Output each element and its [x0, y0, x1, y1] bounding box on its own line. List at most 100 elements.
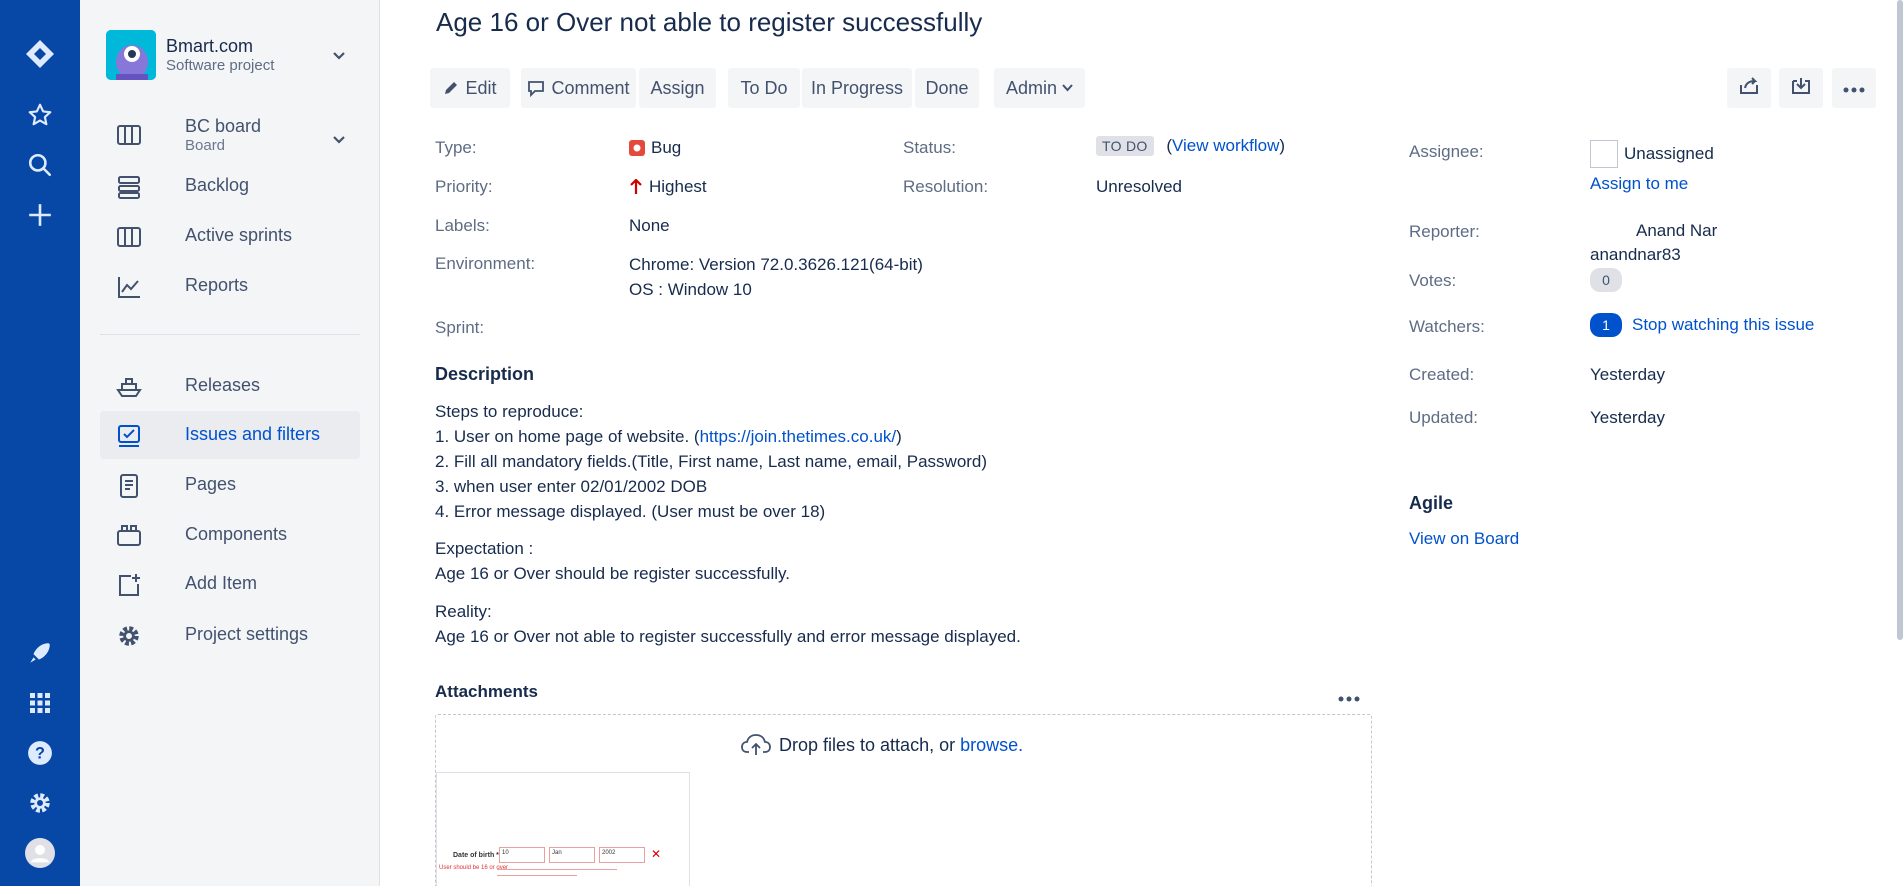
step-1-text: 1. User on home page of website. ( [435, 427, 700, 446]
assign-button[interactable]: Assign [639, 68, 716, 108]
votes-label: Votes: [1409, 271, 1457, 290]
agile-heading: Agile [1409, 493, 1454, 513]
project-avatar[interactable] [106, 30, 156, 80]
project-type: Software project [166, 57, 275, 74]
issues-icon [116, 423, 142, 449]
share-button[interactable] [1727, 68, 1771, 108]
project-name[interactable]: Bmart.com [166, 36, 253, 57]
sidebar-item-components[interactable]: Components [100, 511, 360, 559]
svg-text:?: ? [35, 744, 45, 762]
labels-value[interactable]: None [629, 216, 670, 236]
app-switcher-icon[interactable] [20, 683, 60, 723]
thumb-dob-label: Date of birth * [453, 852, 499, 859]
issue-view: Age 16 or Over not able to register succ… [380, 0, 1903, 886]
admin-dropdown[interactable]: Admin [994, 68, 1085, 108]
search-icon[interactable] [20, 145, 60, 185]
sidebar-item-board[interactable]: BC board Board [100, 110, 360, 158]
to-do-button-label: To Do [740, 77, 788, 98]
sidebar-item-label: Issues and filters [185, 424, 321, 444]
done-button[interactable]: Done [915, 68, 979, 108]
type-value-text: Bug [651, 138, 682, 157]
issue-title[interactable]: Age 16 or Over not able to register succ… [436, 7, 982, 38]
attachments-heading: Attachments [435, 682, 538, 701]
thumb-day-select: 10 [499, 847, 545, 863]
to-do-button[interactable]: To Do [728, 68, 800, 108]
priority-value-text: Highest [649, 177, 707, 196]
sidebar-item-label: Backlog [185, 175, 250, 195]
assign-to-me-link[interactable]: Assign to me [1590, 174, 1688, 194]
export-button[interactable] [1779, 68, 1823, 108]
pencil-icon [443, 80, 459, 96]
type-value[interactable]: Bug [629, 138, 681, 158]
view-on-board-link[interactable]: View on Board [1409, 529, 1519, 549]
sidebar-item-label: Releases [185, 375, 261, 395]
thumb-year-select: 2002 [599, 847, 645, 863]
edit-button-label: Edit [465, 77, 497, 98]
votes-value[interactable]: 0 [1590, 268, 1622, 292]
jira-logo-icon[interactable] [20, 34, 60, 74]
thumb-error-x-icon: ✕ [651, 847, 662, 861]
view-workflow-close-paren: ) [1279, 136, 1286, 155]
cloud-upload-icon [741, 733, 771, 757]
environment-line-1: Chrome: Version 72.0.3626.121(64-bit) [629, 255, 923, 274]
comment-button[interactable]: Comment [521, 68, 636, 108]
updated-value: Yesterday [1590, 408, 1665, 427]
times-link[interactable]: https://join.thetimes.co.uk/ [700, 427, 897, 446]
assignee-label: Assignee: [1409, 142, 1484, 161]
page-scrollbar[interactable] [1897, 0, 1903, 640]
sidebar-item-project-settings[interactable]: Project settings [100, 611, 360, 659]
resolution-label: Resolution: [903, 177, 989, 196]
status-badge[interactable]: TO DO [1096, 136, 1154, 156]
priority-value[interactable]: Highest [629, 177, 707, 197]
help-icon[interactable]: ? [20, 733, 60, 773]
view-workflow-link[interactable]: View workflow [1172, 136, 1279, 155]
step-4: 4. Error message displayed. (User must b… [435, 502, 826, 521]
add-item-icon [116, 572, 142, 598]
chevron-down-icon [1062, 84, 1073, 92]
attachment-thumbnail[interactable]: Date of birth * 10 Jan 2002 ✕ User shoul… [436, 772, 690, 886]
dropzone-text: Drop files to attach, or [779, 734, 956, 755]
priority-label: Priority: [435, 177, 493, 196]
sidebar-item-add-item[interactable]: Add Item [100, 560, 360, 608]
create-plus-icon[interactable] [20, 195, 60, 235]
chevron-down-icon[interactable] [332, 46, 346, 66]
browse-link[interactable]: browse. [960, 735, 1023, 756]
step-1-suffix: ) [896, 427, 902, 446]
description-steps[interactable]: Steps to reproduce: 1. User on home page… [435, 399, 987, 524]
votes-badge: 0 [1590, 268, 1622, 292]
star-icon[interactable] [20, 95, 60, 135]
sidebar-item-releases[interactable]: Releases [100, 362, 360, 410]
more-actions-button[interactable] [1832, 68, 1876, 108]
watchers-badge[interactable]: 1 [1590, 313, 1622, 337]
edit-button[interactable]: Edit [430, 68, 510, 108]
global-navigation: ? [0, 0, 80, 886]
rocket-icon[interactable] [20, 633, 60, 673]
reporter-value[interactable]: Anand Nar [1590, 220, 1717, 242]
thumb-error-text: User should be 16 or over [439, 865, 509, 871]
thumbnail-image: Date of birth * 10 Jan 2002 ✕ User shoul… [437, 843, 689, 886]
chevron-down-icon[interactable] [332, 130, 346, 150]
sidebar-item-active-sprints[interactable]: Active sprints [100, 212, 360, 260]
backlog-icon [116, 174, 142, 200]
settings-gear-icon[interactable] [20, 783, 60, 823]
sidebar-divider [100, 334, 360, 335]
sidebar-item-backlog[interactable]: Backlog [100, 162, 360, 210]
sidebar-item-reports[interactable]: Reports [100, 262, 360, 310]
settings-gear-icon [116, 623, 142, 649]
sidebar-item-pages[interactable]: Pages [100, 461, 360, 509]
stop-watching-link[interactable]: Stop watching this issue [1632, 315, 1814, 335]
sidebar-item-label: Project settings [185, 624, 309, 644]
sidebar-item-sublabel: Board [185, 137, 226, 154]
updated-label: Updated: [1409, 408, 1478, 427]
profile-avatar-icon[interactable] [20, 833, 60, 873]
in-progress-button[interactable]: In Progress [802, 68, 912, 108]
active-sprints-icon [116, 224, 142, 250]
admin-dropdown-label: Admin [1005, 77, 1058, 98]
bug-icon [629, 140, 645, 156]
created-label: Created: [1409, 365, 1475, 384]
components-icon [116, 523, 142, 549]
status-value: TO DO (View workflow) [1096, 136, 1285, 156]
attachments-more-icon[interactable] [1338, 687, 1360, 707]
sidebar-item-issues-and-filters[interactable]: Issues and filters [100, 411, 360, 459]
assignee-value[interactable]: Unassigned [1590, 140, 1714, 168]
